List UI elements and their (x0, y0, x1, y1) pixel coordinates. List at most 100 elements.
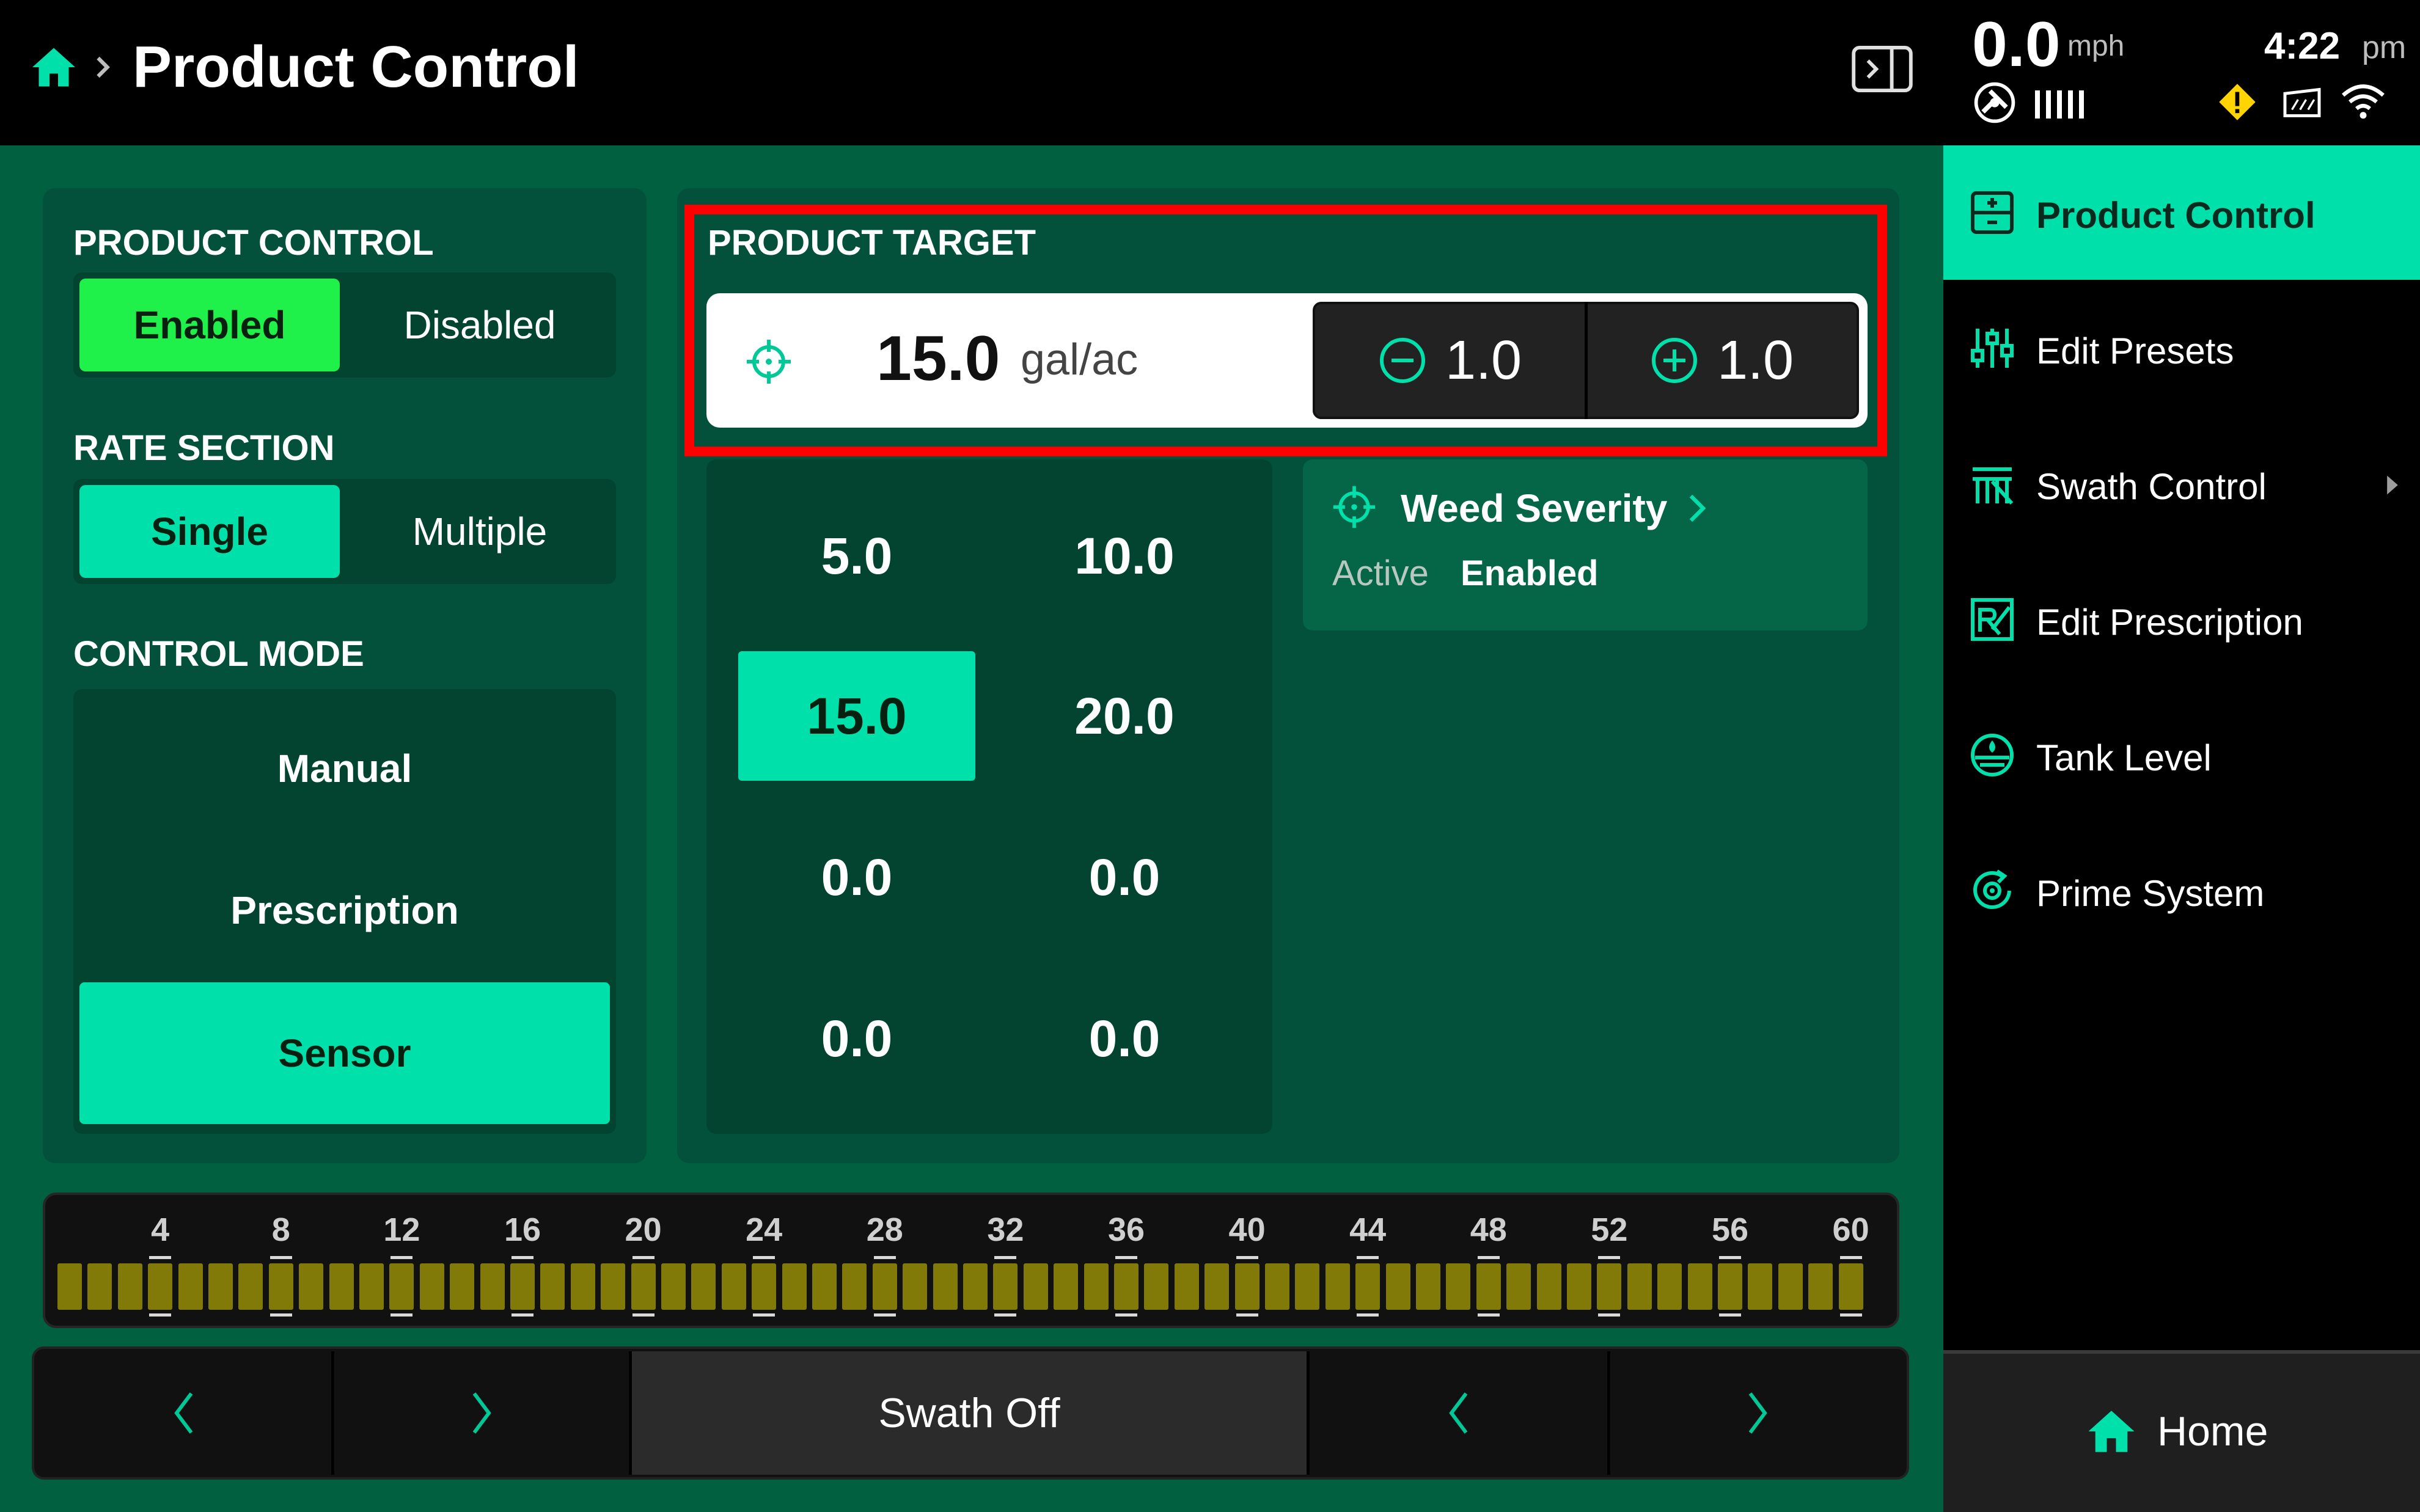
warning-icon[interactable] (2217, 82, 2257, 122)
section-cell (631, 1263, 656, 1310)
section-cell (480, 1263, 505, 1310)
nav-tank-level[interactable]: Tank Level (1943, 688, 2420, 822)
weed-severity-card[interactable] (1303, 459, 1868, 630)
prime-system-icon (1968, 866, 2017, 915)
nav-prime-system[interactable]: Prime System (1943, 824, 2420, 958)
preset-button[interactable]: 10.0 (1006, 491, 1243, 621)
clock-time: 4:22 (2264, 25, 2341, 67)
section-cell (178, 1263, 203, 1310)
section-cell (963, 1263, 988, 1310)
section-tick-label: 44 (1349, 1211, 1387, 1248)
section-cell (872, 1263, 897, 1310)
section-cell (299, 1263, 324, 1310)
section-cell (208, 1263, 233, 1310)
preset-button[interactable]: 0.0 (738, 813, 975, 942)
section-tick-mark (1357, 1256, 1379, 1259)
section-tick-label: 8 (271, 1211, 290, 1248)
preset-grid: 5.0 10.0 15.0 20.0 0.0 0.0 0.0 0.0 (706, 459, 1272, 1134)
disabled-button[interactable]: Disabled (350, 279, 610, 371)
section-cell (1144, 1263, 1169, 1310)
section-tick-label: 28 (866, 1211, 903, 1248)
section-cell (782, 1263, 807, 1310)
section-cell (1778, 1263, 1803, 1310)
section-cell (359, 1263, 384, 1310)
multiple-button[interactable]: Multiple (350, 485, 610, 578)
chevron-right-icon (1688, 492, 1706, 524)
section-cell (1476, 1263, 1501, 1310)
mode-sensor-button[interactable]: Sensor (79, 982, 610, 1124)
section-cell (148, 1263, 173, 1310)
home-icon (2084, 1404, 2139, 1459)
target-rate-value: 15.0 (876, 323, 1000, 394)
product-control-icon (1968, 188, 2017, 237)
section-cell (57, 1263, 82, 1310)
section-cell (1627, 1263, 1652, 1310)
speed-value: 0.0 (1972, 9, 2061, 80)
decrement-value: 1.0 (1445, 329, 1522, 391)
right-section-prev-button[interactable] (1310, 1351, 1607, 1475)
signal-bars-icon (2034, 88, 2090, 120)
section-tick-mark (149, 1313, 172, 1317)
section-tick-label: 20 (625, 1211, 662, 1248)
section-tick-mark (391, 1256, 413, 1259)
section-tick-mark (1598, 1313, 1621, 1317)
product-control-toggle: Enabled Disabled (73, 272, 616, 378)
nav-edit-presets[interactable]: Edit Presets (1943, 281, 2420, 415)
section-tick-label: 48 (1470, 1211, 1507, 1248)
preset-button[interactable]: 5.0 (738, 491, 975, 621)
preset-button[interactable]: 15.0 (738, 651, 975, 781)
single-button[interactable]: Single (79, 485, 340, 578)
nav-label: Tank Level (2036, 737, 2212, 778)
side-nav: Product Control Edit Presets Swath Contr… (1943, 145, 2420, 1512)
section-tick-mark (1719, 1256, 1741, 1259)
section-tick-mark (1598, 1256, 1621, 1259)
swath-off-button[interactable]: Swath Off (632, 1351, 1307, 1475)
crosshair-icon (744, 337, 793, 386)
nav-edit-prescription[interactable]: Edit Prescription (1943, 552, 2420, 687)
nav-product-control[interactable]: Product Control (1943, 145, 2420, 280)
section-cell (329, 1263, 354, 1310)
section-tick-mark (1719, 1313, 1741, 1317)
section-cell (1446, 1263, 1471, 1310)
weed-status-value: Enabled (1461, 553, 1599, 593)
tank-level-icon (1968, 731, 2017, 780)
mode-prescription-button[interactable]: Prescription (79, 839, 610, 981)
rate-section-toggle: Single Multiple (73, 479, 616, 584)
control-mode-label: CONTROL MODE (73, 634, 364, 674)
section-cell (1023, 1263, 1048, 1310)
section-cell (1536, 1263, 1561, 1310)
section-tick-mark (1236, 1256, 1258, 1259)
left-section-prev-button[interactable] (37, 1351, 331, 1475)
section-tick-mark (1477, 1256, 1500, 1259)
preset-button[interactable]: 20.0 (1006, 651, 1243, 781)
section-tick-mark (994, 1313, 1017, 1317)
nav-label: Swath Control (2036, 466, 2267, 507)
home-icon[interactable] (28, 42, 79, 93)
chevron-left-icon (1448, 1392, 1467, 1434)
section-cell (1355, 1263, 1380, 1310)
section-cell (1718, 1263, 1742, 1310)
enabled-button[interactable]: Enabled (79, 279, 340, 371)
preset-button[interactable]: 0.0 (1006, 813, 1243, 942)
page-title: Product Control (133, 34, 579, 100)
speed-unit: mph (2067, 30, 2125, 62)
section-tick-mark (1115, 1313, 1137, 1317)
section-tick-mark (1115, 1256, 1137, 1259)
section-tick-mark (512, 1313, 534, 1317)
section-tick-mark (391, 1313, 413, 1317)
home-label: Home (2157, 1408, 2268, 1455)
section-cell (1597, 1263, 1622, 1310)
decrement-button[interactable]: 1.0 (1315, 304, 1585, 417)
left-section-next-button[interactable] (334, 1351, 629, 1475)
crosshair-icon (1331, 484, 1377, 530)
mode-manual-button[interactable]: Manual (79, 698, 610, 839)
panel-toggle-icon[interactable] (1850, 45, 1914, 93)
section-cell (87, 1263, 112, 1310)
increment-button[interactable]: 1.0 (1587, 304, 1857, 417)
nav-swath-control[interactable]: Swath Control (1943, 417, 2420, 551)
right-section-next-button[interactable] (1610, 1351, 1905, 1475)
section-cell (1838, 1263, 1863, 1310)
preset-button[interactable]: 0.0 (1006, 974, 1243, 1103)
section-cell (812, 1263, 837, 1310)
preset-button[interactable]: 0.0 (738, 974, 975, 1103)
